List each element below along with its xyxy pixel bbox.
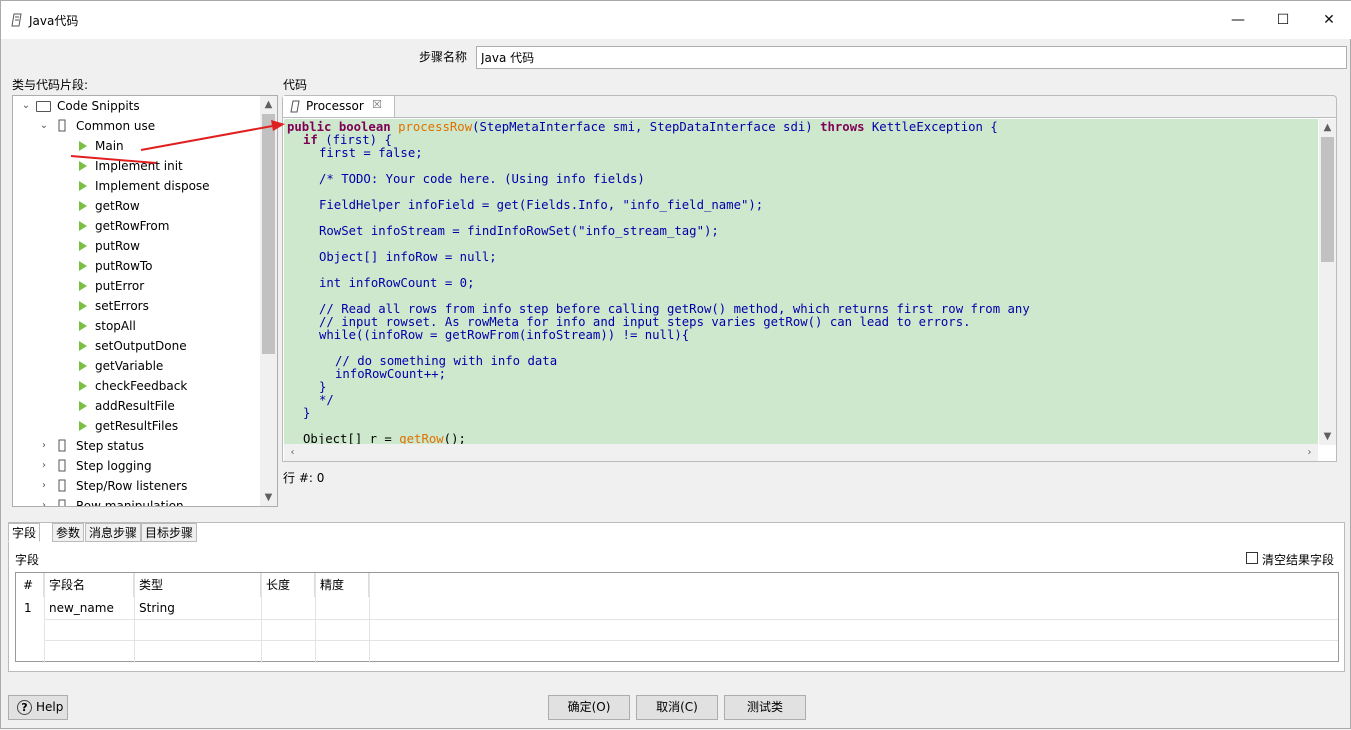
code-line: */ bbox=[319, 393, 334, 407]
play-icon bbox=[79, 161, 87, 171]
code-line: FieldHelper infoField = get(Fields.Info,… bbox=[319, 198, 764, 212]
help-button[interactable]: ? Help bbox=[8, 695, 68, 720]
play-icon bbox=[79, 181, 87, 191]
code-line: /* TODO: Your code here. (Using info fie… bbox=[319, 172, 645, 186]
code-hscrollbar[interactable]: ‹ › bbox=[284, 444, 1318, 461]
cancel-button[interactable]: 取消(C) bbox=[636, 695, 718, 720]
ok-button[interactable]: 确定(O) bbox=[548, 695, 630, 720]
chevron-right-icon[interactable]: › bbox=[39, 436, 49, 456]
step-name-input[interactable] bbox=[476, 46, 1347, 69]
editor-tab-bar bbox=[282, 95, 1337, 117]
snippet-folder-icon bbox=[58, 499, 66, 506]
test-class-button[interactable]: 测试类 bbox=[724, 695, 806, 720]
tree-scrollbar[interactable]: ▲ ▼ bbox=[260, 96, 277, 506]
minimize-button[interactable]: — bbox=[1223, 9, 1253, 31]
fields-table[interactable]: # 字段名 类型 长度 精度 1 new_name String bbox=[15, 572, 1339, 663]
play-icon bbox=[79, 261, 87, 271]
code-line: RowSet infoStream = findInfoRowSet("info… bbox=[319, 224, 719, 238]
folder-icon bbox=[36, 101, 51, 112]
code-line: infoRowCount++; bbox=[335, 367, 447, 381]
row-number: 行 #: 0 bbox=[283, 471, 325, 485]
chevron-right-icon[interactable]: › bbox=[39, 496, 49, 506]
code-scroll-thumb[interactable] bbox=[1321, 137, 1334, 262]
column-header-name[interactable]: 字段名 bbox=[44, 573, 134, 597]
scroll-up-icon[interactable]: ▲ bbox=[260, 96, 277, 113]
code-line: } bbox=[303, 406, 311, 420]
column-header-type[interactable]: 类型 bbox=[134, 573, 261, 597]
help-icon: ? bbox=[17, 700, 32, 715]
window-title: Java代码 bbox=[29, 14, 79, 28]
code-line: while((infoRow = getRowFrom(infoStream))… bbox=[319, 328, 690, 342]
scroll-down-icon[interactable]: ▼ bbox=[1319, 428, 1336, 445]
tab-params[interactable]: 参数 bbox=[52, 523, 85, 542]
clear-result-fields-checkbox[interactable] bbox=[1246, 552, 1258, 564]
code-label: 代码 bbox=[283, 78, 308, 92]
title-bar: Java代码 — ☐ ✕ bbox=[1, 1, 1351, 39]
snippet-folder-icon bbox=[58, 439, 66, 452]
code-editor[interactable]: public boolean processRow(StepMetaInterf… bbox=[282, 117, 1337, 462]
scroll-up-icon[interactable]: ▲ bbox=[1319, 119, 1336, 136]
column-header-precision[interactable]: 精度 bbox=[315, 573, 369, 597]
tree-scroll-thumb[interactable] bbox=[262, 114, 275, 354]
scroll-right-icon[interactable]: › bbox=[1301, 444, 1318, 461]
clear-result-fields-label: 清空结果字段 bbox=[1262, 553, 1335, 567]
fields-section-label: 字段 bbox=[15, 553, 40, 567]
code-line: public boolean processRow(StepMetaInterf… bbox=[287, 120, 998, 134]
column-header-length[interactable]: 长度 bbox=[261, 573, 315, 597]
table-cell-name[interactable]: new_name bbox=[44, 597, 114, 619]
play-icon bbox=[79, 401, 87, 411]
snippets-label: 类与代码片段: bbox=[12, 78, 89, 92]
code-line: int infoRowCount = 0; bbox=[319, 276, 475, 290]
snippet-folder-icon bbox=[58, 119, 66, 132]
column-header-num[interactable]: # bbox=[16, 573, 44, 597]
play-icon bbox=[79, 421, 87, 431]
play-icon bbox=[79, 241, 87, 251]
play-icon bbox=[79, 341, 87, 351]
chevron-down-icon[interactable]: ⌄ bbox=[39, 116, 49, 136]
tab-info-steps[interactable]: 消息步骤 bbox=[85, 523, 142, 542]
snippets-tree[interactable]: ⌄ Code Snippits ⌄ Common use Main Impleme… bbox=[12, 95, 278, 507]
close-button[interactable]: ✕ bbox=[1314, 9, 1344, 31]
maximize-button[interactable]: ☐ bbox=[1268, 9, 1298, 31]
play-icon bbox=[79, 281, 87, 291]
play-icon bbox=[79, 141, 87, 151]
snippet-folder-icon bbox=[58, 479, 66, 492]
tab-processor[interactable]: Processor ☒ bbox=[283, 96, 395, 118]
chevron-down-icon[interactable]: ⌄ bbox=[21, 96, 31, 116]
java-code-dialog: Java代码 — ☐ ✕ 步骤名称 类与代码片段: 代码 ⌄ Code Snip… bbox=[0, 0, 1351, 729]
play-icon bbox=[79, 361, 87, 371]
scroll-down-icon[interactable]: ▼ bbox=[260, 489, 277, 506]
tab-fields[interactable]: 字段 bbox=[8, 523, 41, 542]
play-icon bbox=[79, 381, 87, 391]
table-cell-type[interactable]: String bbox=[134, 597, 175, 619]
step-name-label: 步骤名称 bbox=[419, 50, 468, 64]
scroll-left-icon[interactable]: ‹ bbox=[284, 444, 301, 461]
close-tab-icon[interactable]: ☒ bbox=[372, 98, 382, 111]
script-icon bbox=[11, 13, 22, 27]
chevron-right-icon[interactable]: › bbox=[39, 476, 49, 496]
code-line: first = false; bbox=[319, 146, 423, 160]
snippet-folder-icon bbox=[58, 459, 66, 472]
play-icon bbox=[79, 301, 87, 311]
code-vscrollbar[interactable]: ▲ ▼ bbox=[1319, 119, 1336, 445]
play-icon bbox=[79, 321, 87, 331]
chevron-right-icon[interactable]: › bbox=[39, 456, 49, 476]
tab-target-steps[interactable]: 目标步骤 bbox=[141, 523, 198, 542]
play-icon bbox=[79, 221, 87, 231]
play-icon bbox=[79, 201, 87, 211]
code-area[interactable]: public boolean processRow(StepMetaInterf… bbox=[284, 119, 1318, 445]
script-icon bbox=[290, 100, 300, 113]
table-row-num: 1 bbox=[24, 601, 32, 615]
code-line: Object[] infoRow = null; bbox=[319, 250, 497, 264]
